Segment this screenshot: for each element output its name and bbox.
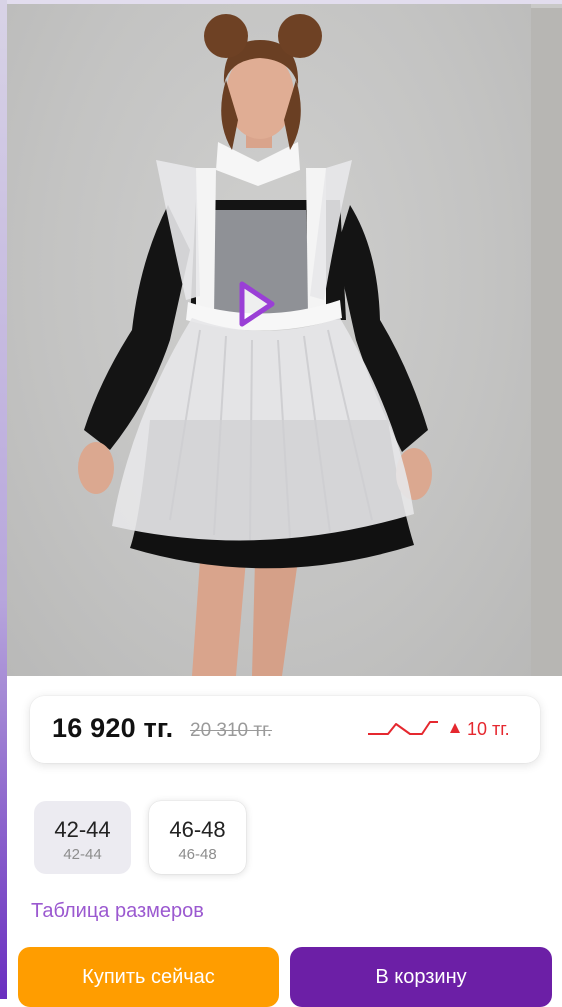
play-icon[interactable] (226, 276, 282, 332)
price-up-arrow-icon (450, 723, 460, 733)
size-sublabel: 46-48 (178, 846, 217, 863)
model-figure-illustration (78, 14, 432, 676)
size-sublabel: 42-44 (63, 846, 102, 863)
size-chip-42-44[interactable]: 42-44 42-44 (34, 801, 131, 874)
price-change-value: 10 тг. (467, 719, 510, 739)
product-photo[interactable] (0, 0, 562, 676)
buy-now-button[interactable]: Купить сейчас (18, 947, 279, 1007)
current-price: 16 920 тг. (52, 713, 174, 743)
price-trend-icon (368, 721, 438, 735)
left-edge-strip (0, 0, 7, 999)
price-card[interactable]: 16 920 тг. 20 310 тг. 10 тг. (30, 696, 540, 763)
size-label: 42-44 (54, 817, 111, 842)
add-to-cart-button[interactable]: В корзину (290, 947, 552, 1007)
old-price: 20 310 тг. (190, 720, 272, 741)
top-edge-bar (0, 0, 562, 4)
size-label: 46-48 (169, 817, 226, 842)
size-table-link[interactable]: Таблица размеров (31, 900, 204, 923)
size-chip-46-48[interactable]: 46-48 46-48 (149, 801, 246, 874)
